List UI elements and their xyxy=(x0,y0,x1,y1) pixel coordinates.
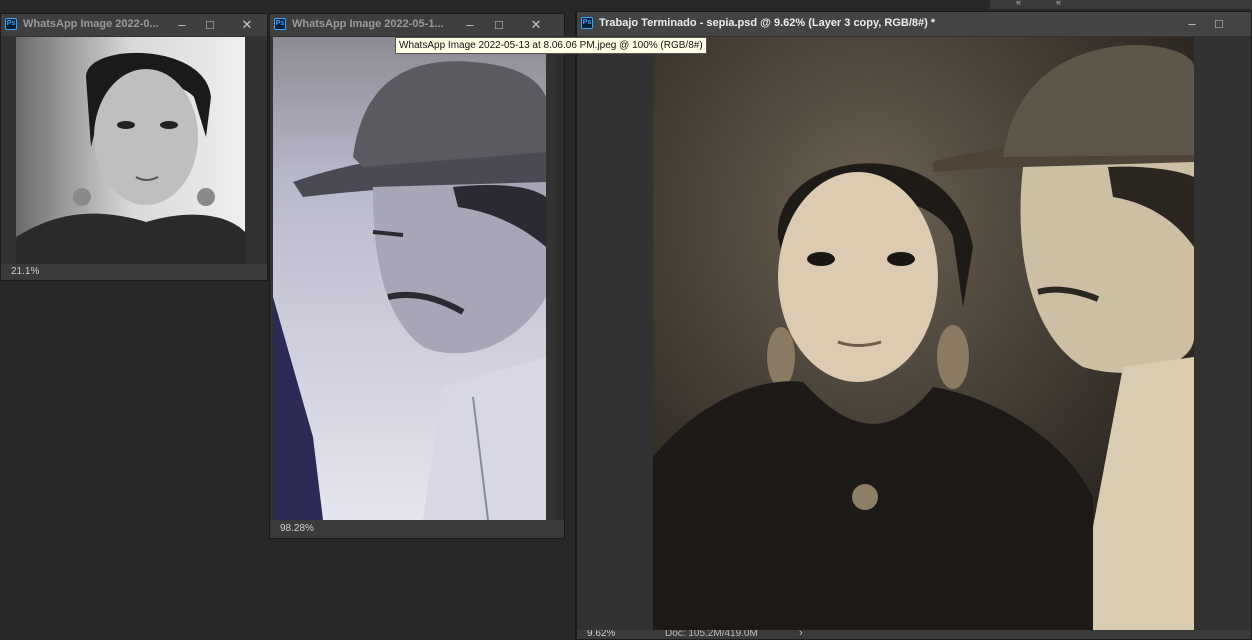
collapse-panels-icon[interactable]: « xyxy=(1056,0,1061,7)
minimize-icon[interactable]: – xyxy=(1182,14,1202,34)
document-size-info[interactable]: Doc: 105.2M/419.0M xyxy=(665,630,758,639)
minimize-icon[interactable]: – xyxy=(172,15,192,35)
zoom-level[interactable]: 98.28% xyxy=(280,523,314,534)
status-bar: 9.62% Doc: 105.2M/419.0M › xyxy=(577,630,1251,639)
status-bar: 98.28% xyxy=(270,520,564,538)
title-bar[interactable]: Ps WhatsApp Image 2022-0... – □ ✕ xyxy=(1,14,267,36)
minimize-icon[interactable]: – xyxy=(460,15,480,35)
status-bar: 21.1% xyxy=(1,264,267,280)
document-tooltip: WhatsApp Image 2022-05-13 at 8.06.06 PM.… xyxy=(395,37,707,54)
close-icon[interactable]: ✕ xyxy=(237,15,257,35)
collapse-panels-icon[interactable]: « xyxy=(1016,0,1021,7)
sepia-couple-portrait xyxy=(653,37,1194,633)
vertical-scrollbar[interactable] xyxy=(556,36,564,520)
document-canvas[interactable] xyxy=(273,37,546,520)
maximize-icon[interactable]: □ xyxy=(489,15,509,35)
photoshop-document-icon: Ps xyxy=(581,17,593,29)
document-title: WhatsApp Image 2022-0... xyxy=(23,18,159,30)
document-canvas[interactable] xyxy=(653,37,1194,633)
photoshop-document-icon: Ps xyxy=(274,18,286,30)
document-title: WhatsApp Image 2022-05-1... xyxy=(292,18,444,30)
document-window-2[interactable]: Ps WhatsApp Image 2022-05-1... – □ ✕ 98.… xyxy=(269,13,565,539)
zoom-level[interactable]: 21.1% xyxy=(11,266,39,277)
man-with-hat-photo xyxy=(273,37,546,520)
panel-dock-strip: « « xyxy=(990,0,1252,9)
document-title: Trabajo Terminado - sepia.psd @ 9.62% (L… xyxy=(599,17,936,29)
maximize-icon[interactable]: □ xyxy=(1209,14,1229,34)
document-window-1[interactable]: Ps WhatsApp Image 2022-0... – □ ✕ 21.1% xyxy=(0,13,268,281)
close-icon[interactable]: ✕ xyxy=(526,15,546,35)
maximize-icon[interactable]: □ xyxy=(200,15,220,35)
title-bar[interactable]: Ps Trabajo Terminado - sepia.psd @ 9.62%… xyxy=(577,12,1251,36)
status-menu-arrow-icon[interactable]: › xyxy=(799,630,803,639)
document-canvas[interactable] xyxy=(16,37,245,264)
document-window-3[interactable]: Ps Trabajo Terminado - sepia.psd @ 9.62%… xyxy=(575,11,1252,640)
zoom-level[interactable]: 9.62% xyxy=(587,630,615,639)
woman-portrait-photo xyxy=(16,37,245,264)
title-bar[interactable]: Ps WhatsApp Image 2022-05-1... – □ ✕ xyxy=(270,14,564,36)
photoshop-document-icon: Ps xyxy=(5,18,17,30)
